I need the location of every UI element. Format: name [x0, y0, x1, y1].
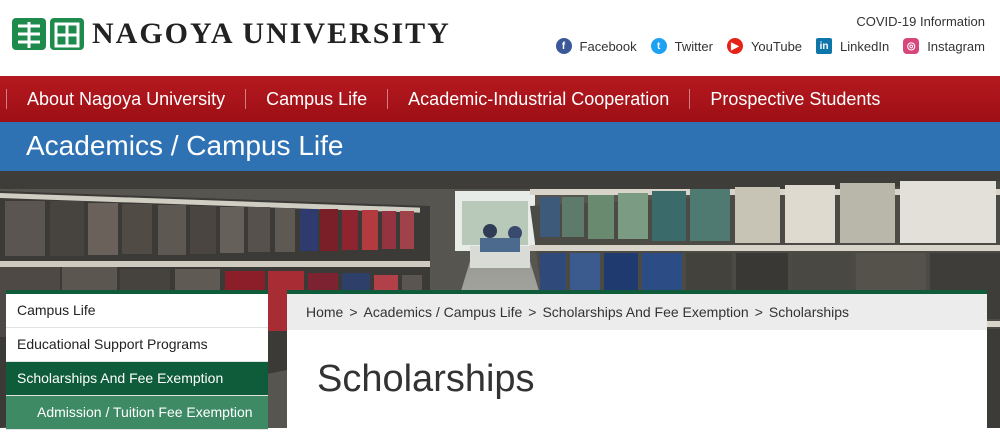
youtube-icon: ▶ [726, 38, 743, 54]
social-label: Twitter [674, 38, 713, 54]
breadcrumb-scholarships-fee[interactable]: Scholarships And Fee Exemption [542, 304, 748, 320]
sidebar-item-campus-life[interactable]: Campus Life [6, 294, 268, 328]
nav-item-about[interactable]: About Nagoya University [6, 89, 245, 109]
breadcrumb-separator: > [528, 304, 537, 320]
nav-item-prospective-students[interactable]: Prospective Students [689, 89, 900, 109]
site-header: NAGOYA UNIVERSITY COVID-19 Information f… [0, 0, 1000, 76]
university-logo[interactable]: NAGOYA UNIVERSITY [10, 14, 451, 54]
university-emblem-icon [10, 14, 86, 54]
facebook-icon: f [555, 38, 572, 54]
nav-item-academic-industrial[interactable]: Academic-Industrial Cooperation [387, 89, 689, 109]
covid-info-link[interactable]: COVID-19 Information [856, 14, 985, 29]
social-link-youtube[interactable]: ▶ YouTube [726, 38, 803, 54]
section-band: Academics / Campus Life [0, 122, 1000, 171]
breadcrumb-home[interactable]: Home [306, 304, 343, 320]
social-link-facebook[interactable]: f Facebook [555, 38, 637, 54]
section-title: Academics / Campus Life [26, 130, 344, 161]
social-label: Facebook [579, 38, 637, 54]
social-label: YouTube [750, 38, 803, 54]
nav-item-campus-life[interactable]: Campus Life [245, 89, 387, 109]
breadcrumb-academics[interactable]: Academics / Campus Life [364, 304, 523, 320]
social-links: f Facebook t Twitter ▶ YouTube in Linked… [555, 38, 985, 54]
social-label: LinkedIn [840, 38, 890, 54]
sidebar-item-educational-support[interactable]: Educational Support Programs [6, 328, 268, 362]
breadcrumb-current: Scholarships [768, 304, 850, 320]
main-content: Home > Academics / Campus Life > Scholar… [287, 290, 987, 432]
twitter-icon: t [650, 38, 667, 54]
main-navigation: About Nagoya University Campus Life Acad… [0, 76, 1000, 122]
sidebar-item-scholarships[interactable]: Scholarships And Fee Exemption [6, 362, 268, 396]
university-name: NAGOYA UNIVERSITY [92, 17, 451, 50]
sidebar-item-admission-tuition[interactable]: Admission / Tuition Fee Exemption [6, 396, 268, 430]
breadcrumb: Home > Academics / Campus Life > Scholar… [287, 294, 987, 330]
social-link-instagram[interactable]: ◎ Instagram [903, 38, 985, 54]
social-label: Instagram [927, 38, 985, 54]
breadcrumb-separator: > [349, 304, 358, 320]
linkedin-icon: in [816, 38, 833, 54]
instagram-icon: ◎ [903, 38, 920, 54]
page-title: Scholarships [317, 358, 535, 400]
sidebar-menu: Campus Life Educational Support Programs… [6, 290, 268, 432]
breadcrumb-separator: > [754, 304, 763, 320]
social-link-linkedin[interactable]: in LinkedIn [816, 38, 889, 54]
social-link-twitter[interactable]: t Twitter [650, 38, 713, 54]
